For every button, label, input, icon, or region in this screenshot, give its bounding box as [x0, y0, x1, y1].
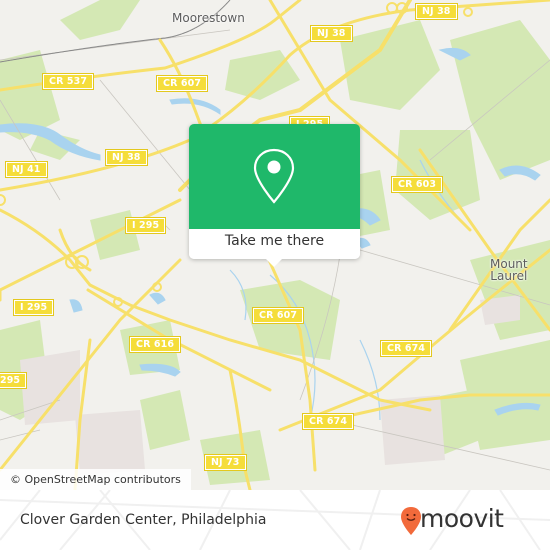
- map[interactable]: Moorestown Mount Laurel NJ 38 NJ 38 CR 5…: [0, 0, 550, 490]
- road-label-cr603: CR 603: [390, 176, 444, 193]
- road-label-i295: I 295: [12, 299, 55, 316]
- moovit-pin-icon: [401, 507, 421, 535]
- road-label-nj38: NJ 38: [105, 149, 148, 166]
- place-label-mount-laurel: Mount Laurel: [490, 257, 528, 283]
- road-label-cr607: CR 607: [251, 307, 305, 324]
- popup-pointer: [265, 258, 283, 267]
- place-label-moorestown: Moorestown: [172, 11, 245, 25]
- take-me-there-popup[interactable]: Take me there: [189, 124, 360, 267]
- road-label-cr607: CR 607: [155, 75, 209, 92]
- road-label-cr674: CR 674: [379, 340, 433, 357]
- road-label-cr537: CR 537: [41, 73, 95, 90]
- place-name: Clover Garden Center, Philadelphia: [20, 512, 267, 528]
- moovit-wordmark: moovit: [420, 504, 504, 533]
- road-label-i295: I 295: [124, 217, 167, 234]
- moovit-logo[interactable]: moovit: [400, 502, 540, 542]
- road-label-i295: 295: [0, 372, 28, 389]
- road-label-nj38: NJ 38: [310, 25, 353, 42]
- location-pin-icon: [253, 148, 295, 204]
- map-attribution[interactable]: © OpenStreetMap contributors: [0, 469, 191, 490]
- road-label-nj41: NJ 41: [5, 161, 48, 178]
- road-label-nj73: NJ 73: [204, 454, 247, 471]
- take-me-there-label[interactable]: Take me there: [189, 233, 360, 249]
- footer: Clover Garden Center, Philadelphia moovi…: [0, 490, 550, 550]
- road-label-cr616: CR 616: [128, 336, 182, 353]
- road-label-nj38: NJ 38: [415, 3, 458, 20]
- park-area: [60, 0, 140, 40]
- road-label-cr674: CR 674: [301, 413, 355, 430]
